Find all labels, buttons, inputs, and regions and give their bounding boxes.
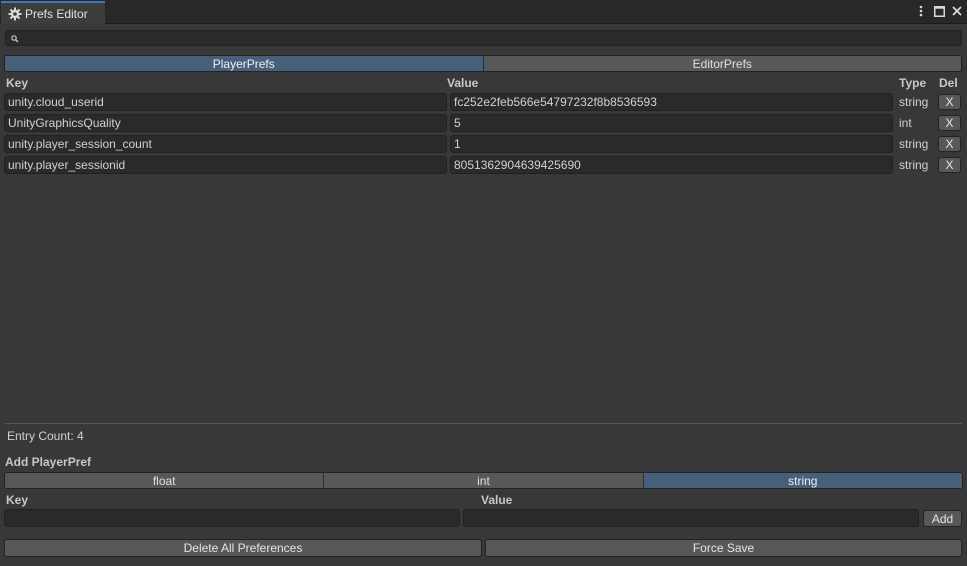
type-selector: float int string (4, 472, 963, 489)
new-value-label: Value (481, 493, 513, 507)
search-icon (10, 32, 20, 44)
delete-row-button[interactable]: X (938, 136, 961, 152)
kebab-menu-icon[interactable] (915, 3, 927, 19)
entry-count: Entry Count: 4 (7, 429, 84, 443)
force-save-button[interactable]: Force Save (485, 539, 962, 557)
new-value-input[interactable] (463, 509, 919, 527)
add-button[interactable]: Add (923, 510, 962, 527)
gear-icon (8, 7, 22, 21)
value-field[interactable]: 8051362904639425690 (450, 156, 893, 174)
prefs-source-toggle: PlayerPrefs EditorPrefs (4, 55, 962, 72)
type-label: string (899, 137, 929, 151)
key-field[interactable]: unity.player_session_count (4, 135, 447, 153)
close-icon[interactable] (951, 3, 963, 19)
delete-row-button[interactable]: X (938, 157, 961, 173)
column-header-type: Type (899, 76, 927, 90)
maximize-icon[interactable] (933, 3, 945, 19)
tab-playerprefs[interactable]: PlayerPrefs (5, 56, 484, 71)
key-field[interactable]: UnityGraphicsQuality (4, 114, 447, 132)
type-option-int[interactable]: int (324, 473, 644, 488)
window-titlebar: Prefs Editor (0, 0, 967, 24)
type-option-float[interactable]: float (5, 473, 325, 488)
column-header-del: Del (939, 76, 958, 90)
column-header-value: Value (447, 76, 479, 90)
search-input[interactable] (22, 31, 952, 45)
value-field[interactable]: fc252e2feb566e54797232f8b8536593 (450, 93, 893, 111)
key-field[interactable]: unity.cloud_userid (4, 93, 447, 111)
key-field[interactable]: unity.player_sessionid (4, 156, 447, 174)
type-label: int (899, 116, 912, 130)
new-key-input[interactable] (4, 509, 460, 527)
divider (5, 423, 962, 424)
window-tab[interactable]: Prefs Editor (1, 1, 105, 24)
column-header-key: Key (6, 76, 29, 90)
type-option-string[interactable]: string (643, 473, 962, 488)
add-section-title: Add PlayerPref (5, 455, 92, 469)
value-field[interactable]: 5 (450, 114, 893, 132)
delete-all-button[interactable]: Delete All Preferences (4, 539, 482, 557)
window-tab-title: Prefs Editor (25, 6, 88, 21)
type-label: string (899, 158, 929, 172)
new-key-label: Key (6, 493, 29, 507)
delete-row-button[interactable]: X (938, 94, 961, 110)
delete-row-button[interactable]: X (938, 115, 961, 131)
type-label: string (899, 95, 929, 109)
value-field[interactable]: 1 (450, 135, 893, 153)
tab-editorprefs[interactable]: EditorPrefs (483, 56, 961, 71)
search-field[interactable] (5, 30, 962, 46)
